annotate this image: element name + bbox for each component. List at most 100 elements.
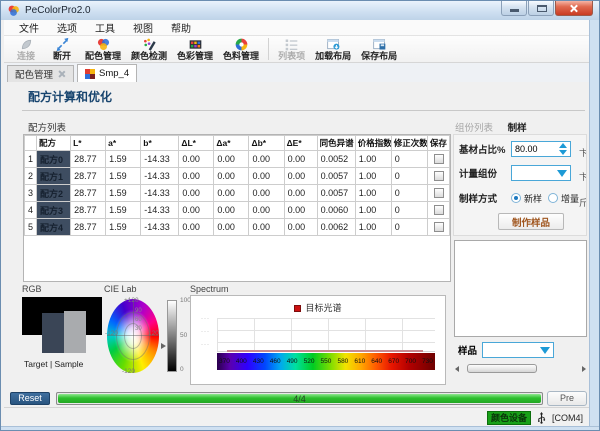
y-tick-label: ··· [201,329,210,335]
column-header: L* [71,136,106,151]
formula-name-cell[interactable]: 配方2 [37,185,71,202]
page-title: 配方计算和优化 [28,88,112,105]
document-tabbar: 配色管理 Smp_4 [4,63,589,82]
component-dropdown[interactable] [511,165,571,181]
divider [22,110,585,111]
save-checkbox[interactable] [434,188,444,198]
column-header: ΔE* [284,136,317,151]
pre-button[interactable]: Pre [547,391,587,406]
maximize-button[interactable] [528,1,554,16]
toolbar-color-matching[interactable]: 配色管理 [80,36,126,62]
spectrum-caption: Spectrum [190,284,446,295]
formula-name-cell[interactable]: 配方0 [37,151,71,168]
sample-panel: 组份列表 制样 基材占比% 计量组份 [453,120,590,378]
tab-close-icon[interactable] [58,70,66,78]
lab-axis-label: -120 [105,330,118,337]
column-header: Δa* [214,136,249,151]
progress-row: Reset 4/4 Pre [4,390,589,407]
toolbar-disconnect[interactable]: 断开 [44,36,80,62]
toolbar-color-manage[interactable]: 色彩管理 [172,36,218,62]
sample-dropdown[interactable] [482,342,554,358]
menu-item-help[interactable]: 帮助 [162,20,200,35]
spectrum-grid [217,318,435,352]
value-cell: 0.0052 [317,151,355,168]
row-index-cell: 4 [25,202,37,219]
value-cell: -14.33 [141,168,179,185]
cielab-panel: CIE Lab +120 -120 -120 120 90 60 30 100 … [104,284,190,377]
base-ratio-spinner[interactable] [511,141,571,157]
value-cell: 0 [391,151,427,168]
row-index-cell: 5 [25,219,37,236]
table-row[interactable]: 2配方128.771.59-14.330.000.000.000.000.005… [25,168,450,185]
spinner-down-icon[interactable] [559,150,567,155]
app-window: PeColorPro2.0 文件 选项 工具 视图 帮助 连接 断开 [0,0,600,431]
menu-item-file[interactable]: 文件 [10,20,48,35]
toolbar-save-layout[interactable]: 保存布局 [356,36,402,62]
radio-new-sample[interactable] [511,193,521,203]
table-row[interactable]: 3配方228.771.59-14.330.000.000.000.000.005… [25,185,450,202]
minimize-button[interactable] [501,1,527,16]
scroll-right-icon[interactable] [582,366,586,372]
toolbar-colorant-manage[interactable]: 色料管理 [218,36,264,62]
column-header: Δb* [249,136,284,151]
value-cell: 28.77 [71,202,106,219]
base-ratio-input[interactable] [512,143,556,155]
tab-make-sample[interactable]: 制样 [508,123,527,134]
close-button[interactable] [555,1,593,16]
table-row[interactable]: 4配方328.771.59-14.330.000.000.000.000.006… [25,202,450,219]
tab-color-matching[interactable]: 配色管理 [7,65,74,82]
formula-name-cell[interactable]: 配方3 [37,202,71,219]
radio-increment[interactable] [548,193,558,203]
value-cell: 0.00 [179,151,214,168]
make-sample-button[interactable]: 制作样品 [498,213,564,230]
color-matching-icon [96,37,111,51]
scrollbar-thumb[interactable] [467,364,537,373]
value-cell: -14.33 [141,202,179,219]
lab-axis-label: 120 [148,330,159,337]
x-tick-label: 550 [321,353,332,370]
toolbar-color-detect[interactable]: 颜色检测 [126,36,172,62]
menu-item-tools[interactable]: 工具 [86,20,124,35]
minimize-icon [510,9,519,12]
value-cell: 0.00 [179,185,214,202]
save-checkbox[interactable] [434,154,444,164]
device-status-badge: 颜色设备 [487,411,531,425]
tab-smp4[interactable]: Smp_4 [77,64,137,82]
value-cell: 0.00 [214,202,249,219]
value-cell: 28.77 [71,151,106,168]
value-cell: 28.77 [71,185,106,202]
value-cell: 0.00 [214,151,249,168]
scroll-left-icon[interactable] [455,366,459,372]
colorant-manage-icon [234,37,249,51]
spectrum-panel: Spectrum 目标光谱 ··· ··· ··· 37040043046049… [190,284,446,385]
component-listbox[interactable] [454,240,587,337]
value-cell: 0 [391,219,427,236]
reset-button[interactable]: Reset [10,392,50,405]
lab-axis-line [133,299,134,373]
menu-item-options[interactable]: 选项 [48,20,86,35]
main-content: 配方计算和优化 配方列表 配方L*a*b*ΔL*Δa*Δb*ΔE*同色异谱价格指… [4,82,589,390]
value-cell: -14.33 [141,185,179,202]
value-cell: 1.00 [355,151,391,168]
lightness-label: 0 [180,366,184,373]
value-cell: 0.00 [249,185,284,202]
row-index-cell: 1 [25,151,37,168]
column-header: b* [141,136,179,151]
value-cell: 0.00 [179,202,214,219]
save-checkbox[interactable] [434,171,444,181]
tab-component-list[interactable]: 组份列表 [455,123,493,134]
spinner-up-icon[interactable] [559,143,567,148]
progress-text: 4/4 [57,393,542,405]
value-cell: 0.0057 [317,185,355,202]
formula-name-cell[interactable]: 配方1 [37,168,71,185]
lab-axis-label: -120 [122,368,135,375]
horizontal-scrollbar[interactable] [453,363,588,374]
save-checkbox[interactable] [434,222,444,232]
formula-name-cell[interactable]: 配方4 [37,219,71,236]
table-row[interactable]: 5配方428.771.59-14.330.000.000.000.000.006… [25,219,450,236]
column-header: 保存 [427,136,449,151]
table-row[interactable]: 1配方028.771.59-14.330.000.000.000.000.005… [25,151,450,168]
save-checkbox[interactable] [434,205,444,215]
toolbar-load-layout[interactable]: 加载布局 [310,36,356,62]
menu-item-view[interactable]: 视图 [124,20,162,35]
